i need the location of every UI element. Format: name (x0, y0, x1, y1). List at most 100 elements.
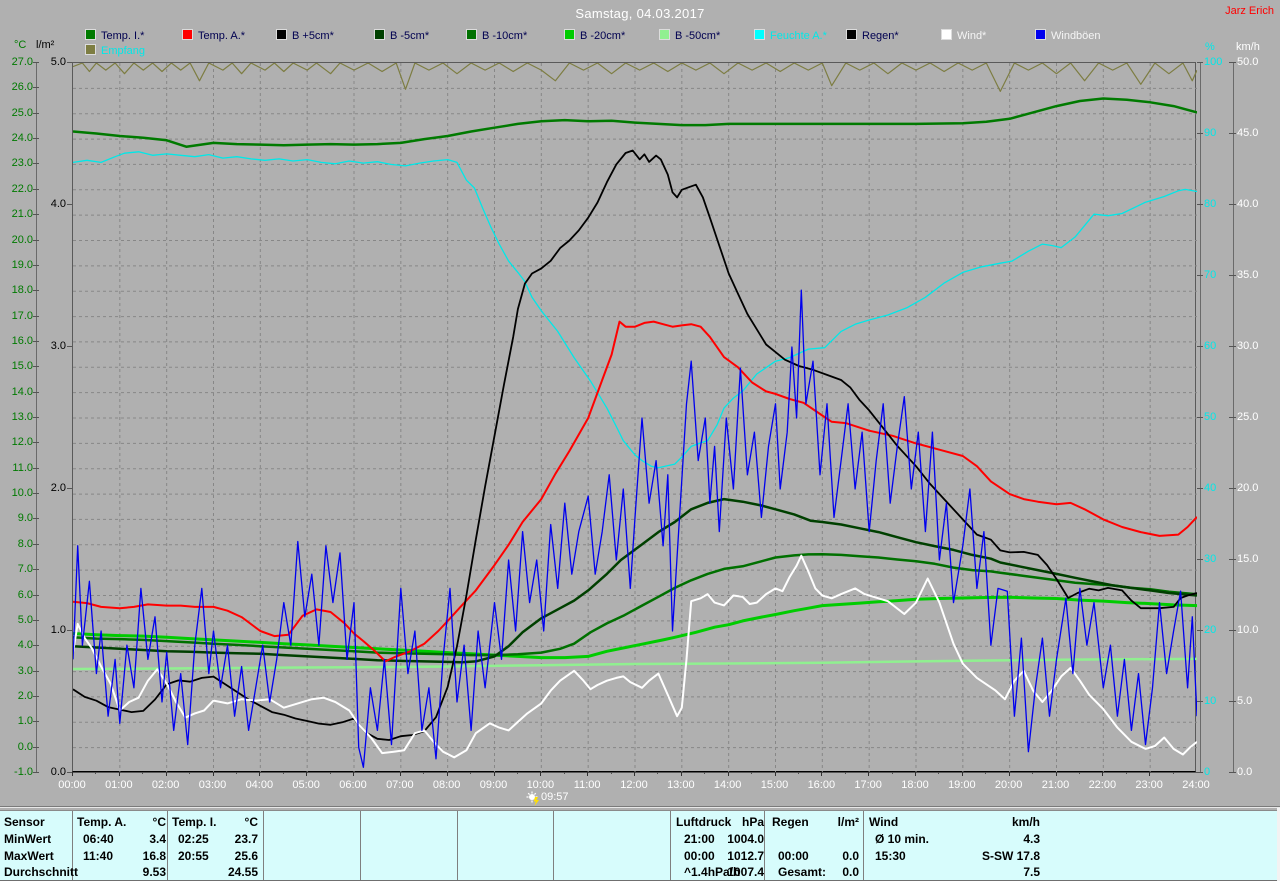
chart-plot-area[interactable] (72, 62, 1196, 772)
tick-label-tempc: 19.0 (0, 259, 33, 271)
legend-swatch (1035, 29, 1046, 40)
table-column-divider (360, 811, 361, 880)
tick-mark (494, 772, 495, 776)
tick-mark (119, 772, 120, 776)
minor-tick-mark (142, 772, 143, 774)
tick-label-tempc: 1.0 (0, 715, 33, 727)
legend-item-regen-: Regen* (846, 29, 899, 41)
tick-mark (33, 138, 39, 139)
table-col-unit: km/h (875, 814, 1040, 830)
tick-label-percent: 90 (1204, 127, 1216, 139)
table-cell-value: 9.53 (83, 864, 166, 880)
sunrise-time-label: 09:57 (541, 791, 569, 803)
legend-label: B +5cm* (292, 30, 334, 42)
legend-label: Regen* (862, 30, 899, 42)
tick-label-tempc: 5.0 (0, 614, 33, 626)
table-col-unit: hPa (684, 814, 764, 830)
legend-swatch (564, 29, 575, 40)
divider-highlight (0, 807, 1280, 808)
tick-mark (1229, 133, 1236, 134)
tick-label-time: 11:00 (565, 779, 609, 791)
minor-tick-mark (657, 772, 658, 774)
tick-label-lm2: 2.0 (40, 482, 66, 494)
tick-label-time: 17:00 (846, 779, 890, 791)
table-column-divider (167, 811, 168, 880)
tick-label-time: 12:00 (612, 779, 656, 791)
tick-mark (67, 630, 72, 631)
tick-label-kmh: 50.0 (1237, 56, 1258, 68)
tick-label-percent: 80 (1204, 198, 1216, 210)
tick-mark (634, 772, 635, 776)
tick-mark (681, 772, 682, 776)
minor-tick-mark (611, 772, 612, 774)
tick-mark (1229, 630, 1236, 631)
tick-label-tempc: 16.0 (0, 335, 33, 347)
tick-label-tempc: 24.0 (0, 132, 33, 144)
tick-mark (33, 468, 39, 469)
tick-label-lm2: 0.0 (40, 766, 66, 778)
tick-mark (1229, 772, 1236, 773)
table-cell-value: 0.0 (778, 864, 859, 880)
minor-tick-mark (751, 772, 752, 774)
tick-label-percent: 50 (1204, 411, 1216, 423)
tick-label-tempc: 27.0 (0, 56, 33, 68)
tick-mark (1149, 772, 1150, 776)
tick-mark (33, 696, 39, 697)
tick-mark (33, 240, 39, 241)
tick-mark (1229, 701, 1236, 702)
table-column-divider (764, 811, 765, 880)
legend-swatch (754, 29, 765, 40)
legend-item-windb-en: Windböen (1035, 29, 1101, 41)
tick-label-tempc: 15.0 (0, 360, 33, 372)
tick-mark (353, 772, 354, 776)
legend-label: B -20cm* (580, 30, 625, 42)
tick-label-percent: 60 (1204, 340, 1216, 352)
tick-mark (1229, 62, 1236, 63)
legend-swatch (276, 29, 287, 40)
tick-mark (213, 772, 214, 776)
sunrise-time-marker: 09:57 (526, 790, 569, 806)
axis-unit-wind: km/h (1236, 41, 1260, 53)
tick-mark (33, 671, 39, 672)
tick-mark (33, 214, 39, 215)
minor-tick-mark (704, 772, 705, 774)
table-cell-value: 1004.0 (684, 831, 764, 847)
minor-tick-mark (798, 772, 799, 774)
tick-label-tempc: 14.0 (0, 386, 33, 398)
tick-label-kmh: 35.0 (1237, 269, 1258, 281)
tick-label-tempc: 3.0 (0, 665, 33, 677)
tick-mark (821, 772, 822, 776)
tick-mark (1009, 772, 1010, 776)
tick-label-tempc: 6.0 (0, 589, 33, 601)
tick-label-tempc: 20.0 (0, 234, 33, 246)
tick-label-tempc: 13.0 (0, 411, 33, 423)
tick-label-time: 18:00 (893, 779, 937, 791)
tick-label-time: 14:00 (706, 779, 750, 791)
legend-item-temp-a-: Temp. A.* (182, 29, 245, 41)
weather-day-chart-window: Samstag, 04.03.2017 Jarz Erich °C l/m² %… (0, 0, 1280, 881)
tick-mark (1229, 417, 1236, 418)
table-row-label: MinWert (4, 831, 70, 847)
tick-label-tempc: 23.0 (0, 157, 33, 169)
tick-label-kmh: 5.0 (1237, 695, 1252, 707)
tick-label-kmh: 15.0 (1237, 553, 1258, 565)
tick-mark (1197, 346, 1203, 347)
minor-tick-mark (283, 772, 284, 774)
tick-mark (33, 747, 39, 748)
table-cell-value: 25.6 (178, 848, 258, 864)
tick-mark (67, 488, 72, 489)
legend-swatch (374, 29, 385, 40)
legend-label: Temp. I.* (101, 30, 144, 42)
table-cell-value: 7.5 (875, 864, 1040, 880)
station-name: Jarz Erich (1225, 5, 1274, 17)
tick-mark (33, 87, 39, 88)
tick-label-lm2: 4.0 (40, 198, 66, 210)
legend-swatch (659, 29, 670, 40)
legend-label: B -10cm* (482, 30, 527, 42)
tick-label-time: 22:00 (1080, 779, 1124, 791)
tick-mark (33, 772, 39, 773)
tick-mark (1197, 701, 1203, 702)
minor-tick-mark (95, 772, 96, 774)
tick-label-tempc: 17.0 (0, 310, 33, 322)
tick-label-tempc: 21.0 (0, 208, 33, 220)
